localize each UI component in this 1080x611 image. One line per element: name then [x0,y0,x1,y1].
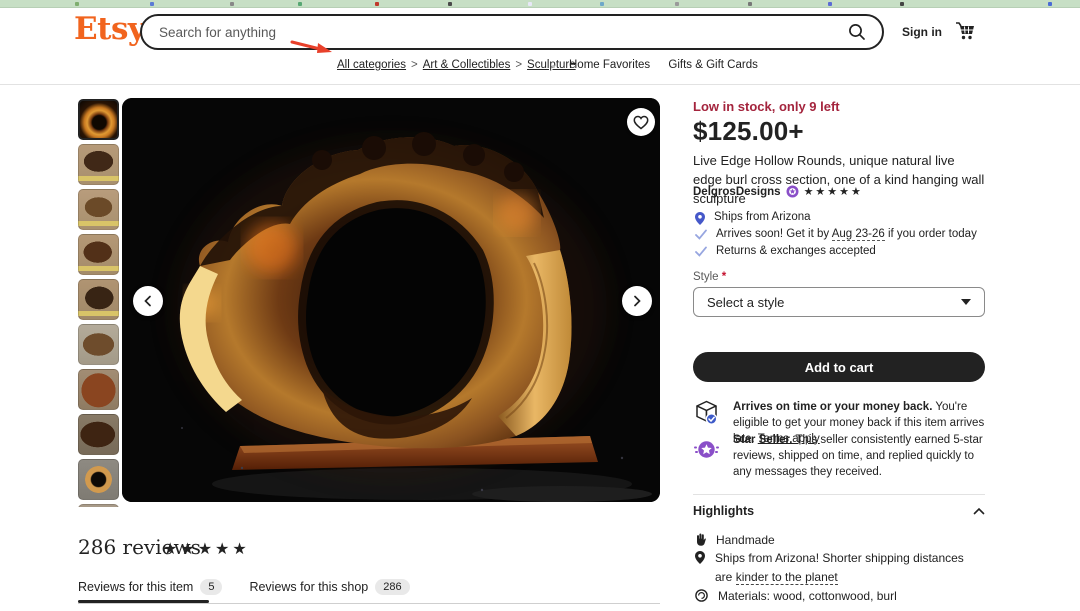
style-select-value: Select a style [707,295,784,310]
chevron-left-icon [142,295,154,307]
previous-image-button[interactable] [133,286,163,316]
breadcrumb: All categories>Art & Collectibles>Sculpt… [337,59,576,71]
star-seller-icon [693,436,720,463]
cart-icon[interactable] [954,20,976,42]
thumbnail-1[interactable] [78,99,119,140]
check-icon [695,229,707,240]
kinder-planet-link[interactable]: kinder to the planet [736,570,838,585]
highlights-divider [693,494,985,495]
etsy-product-page: Etsy Sign in All categories > Art & Collec… [0,0,1080,611]
highlights-header[interactable]: Highlights [693,504,985,518]
ships-from-row: Ships from Arizona [695,211,811,225]
highlights-title: Highlights [693,504,754,518]
secondary-nav: Home Favorites Gifts & Gift Cards [569,59,758,71]
seller-rating-stars: ★★★★★ [804,185,863,198]
breadcrumb-art-collectibles[interactable]: Art & Collectibles [423,59,511,71]
highlight-handmade-text: Handmade [716,531,775,550]
returns-text: Returns & exchanges accepted [716,245,876,257]
nav-dot-separator [552,65,555,68]
reviews-stars: ★★★★★ [163,539,250,559]
seller-link[interactable]: DelgrosDesigns [693,186,781,198]
location-pin-icon [695,551,705,564]
thumbnail-8[interactable] [78,414,119,455]
highlight-materials-text: Materials: wood, cottonwood, burl [718,587,897,606]
check-icon [695,246,707,257]
highlight-handmade: Handmade [695,531,983,550]
hand-icon [695,533,706,546]
thumbnail-5[interactable] [78,279,119,320]
highlight-shipping: Ships from Arizona! Shorter shipping dis… [695,549,983,586]
style-select[interactable]: Select a style [693,287,985,317]
star-seller-badge-icon [786,185,799,198]
highlight-shipping-text: Ships from Arizona! Shorter shipping dis… [715,549,983,586]
stock-alert: Low in stock, only 9 left [693,99,840,114]
next-image-button[interactable] [622,286,652,316]
location-pin-icon [695,212,705,225]
reviews-tabs: Reviews for this item 5 Reviews for this… [78,579,410,595]
ships-from-text: Ships from Arizona [714,211,811,223]
product-photo[interactable] [122,98,660,502]
nav-gifts[interactable]: Gifts & Gift Cards [668,59,757,71]
thumbnail-9[interactable] [78,459,119,500]
arrives-text: Arrives soon! Get it by Aug 23-26 if you… [716,228,977,240]
package-protection-icon [693,399,720,426]
search-icon[interactable] [846,21,868,43]
add-to-cart-button[interactable]: Add to cart [693,352,985,382]
tab-reviews-item[interactable]: Reviews for this item 5 [78,579,222,595]
style-label: Style * [693,271,726,283]
breadcrumb-separator: > [411,59,418,71]
chevron-up-icon[interactable] [973,507,985,515]
seller-row: DelgrosDesigns ★★★★★ [693,185,863,198]
thumbnail-3[interactable] [78,189,119,230]
arrives-row: Arrives soon! Get it by Aug 23-26 if you… [695,228,977,240]
highlight-materials: Materials: wood, cottonwood, burl [695,587,983,606]
materials-icon [695,589,708,602]
tabs-baseline [78,603,660,604]
caret-down-icon [961,299,971,305]
required-asterisk: * [722,271,726,283]
sign-in-button[interactable]: Sign in [902,25,942,39]
etsy-logo[interactable]: Etsy [74,11,145,47]
thumbnail-7[interactable] [78,369,119,410]
breadcrumb-separator: > [515,59,522,71]
heart-icon [633,115,649,130]
thumbnail-4[interactable] [78,234,119,275]
thumbnail-2[interactable] [78,144,119,185]
star-seller-text: Star Seller. This seller consistently ea… [733,433,987,481]
thumbnail-6[interactable] [78,324,119,365]
search-bar[interactable] [140,14,884,50]
thumbnail-10[interactable] [78,504,119,507]
reviews-shop-count-badge: 286 [375,579,409,595]
chevron-right-icon [631,295,643,307]
reviews-item-count-badge: 5 [200,579,222,595]
thumbnail-strip [78,99,119,507]
header-divider [0,84,1080,85]
nav-home-favorites[interactable]: Home Favorites [569,59,650,71]
price: $125.00+ [693,116,804,147]
favorite-button[interactable] [627,108,655,136]
delivery-date: Aug 23-26 [832,228,885,241]
tab-reviews-shop[interactable]: Reviews for this shop 286 [249,579,409,595]
browser-bookmarks-strip [0,0,1080,8]
returns-row: Returns & exchanges accepted [695,245,876,257]
breadcrumb-all-categories[interactable]: All categories [337,59,406,71]
search-input[interactable] [159,25,846,40]
product-title: Live Edge Hollow Rounds, unique natural … [693,151,987,209]
